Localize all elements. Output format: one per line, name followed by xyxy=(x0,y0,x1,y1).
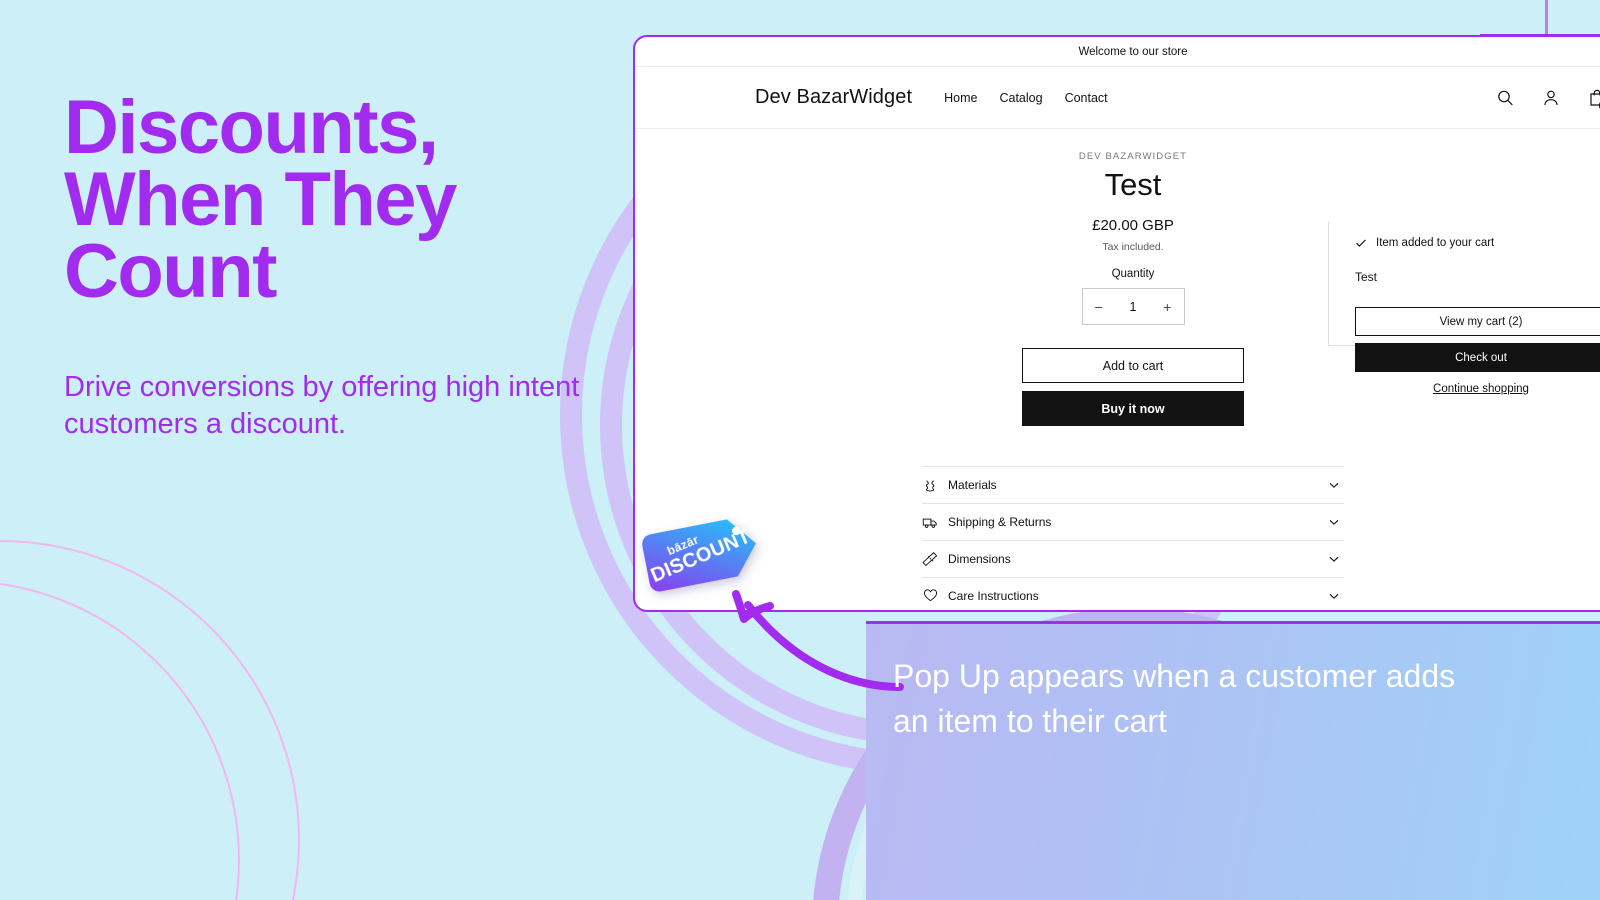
truck-icon xyxy=(922,514,939,531)
quantity-value[interactable]: 1 xyxy=(1130,300,1137,314)
ruler-icon xyxy=(922,551,939,568)
store-header: Dev BazarWidget Home Catalog Contact xyxy=(635,67,1600,129)
top-purple-tick xyxy=(1545,0,1548,38)
cart-item-title: Test xyxy=(1355,270,1378,284)
pink-circle-inner xyxy=(0,580,240,900)
accordion-care-instructions[interactable]: Care Instructions xyxy=(922,577,1344,610)
cart-added-message: Item added to your cart xyxy=(1355,237,1600,249)
chevron-down-icon xyxy=(1328,516,1340,528)
nav-item-catalog[interactable]: Catalog xyxy=(999,91,1042,105)
annotation-text: Pop Up appears when a customer adds an i… xyxy=(893,658,1456,740)
tax-note: Tax included. xyxy=(1102,241,1164,254)
announcement-text: Welcome to our store xyxy=(1078,45,1188,58)
product-area: DEV BAZARWIDGET Test £20.00 GBP Tax incl… xyxy=(635,129,1600,610)
quantity-stepper: − 1 + xyxy=(1081,288,1185,326)
cart-icon[interactable]: 2 xyxy=(1587,88,1600,112)
product-vendor: DEV BAZARWIDGET xyxy=(1078,151,1188,162)
accordion-label: Dimensions xyxy=(948,552,1011,567)
chevron-down-icon xyxy=(1328,553,1340,565)
accordion-label: Materials xyxy=(948,478,997,493)
quantity-label: Quantity xyxy=(1111,268,1155,281)
quantity-decrease-button[interactable]: − xyxy=(1095,299,1103,315)
store-window: Welcome to our store Dev BazarWidget Hom… xyxy=(633,35,1600,612)
cart-added-text: Item added to your cart xyxy=(1376,237,1495,249)
search-icon[interactable] xyxy=(1495,88,1515,108)
hide-icon xyxy=(922,477,939,494)
chevron-down-icon xyxy=(1328,479,1340,491)
buy-it-now-button[interactable]: Buy it now xyxy=(1022,391,1244,427)
quantity-increase-button[interactable]: + xyxy=(1163,299,1171,315)
product-price: £20.00 GBP xyxy=(1092,217,1174,235)
nav-item-contact[interactable]: Contact xyxy=(1065,91,1108,105)
product-title: Test xyxy=(1104,167,1162,202)
announcement-bar: Welcome to our store xyxy=(635,37,1600,67)
product-accordions: Materials Shipping & Returns Dimensions … xyxy=(922,466,1344,610)
store-logo[interactable]: Dev BazarWidget xyxy=(755,86,912,109)
view-my-cart-button[interactable]: View my cart (2) xyxy=(1355,307,1600,336)
chevron-down-icon xyxy=(1328,590,1340,602)
continue-shopping-link[interactable]: Continue shopping xyxy=(1355,383,1600,395)
cart-drawer-popup: Item added to your cart Test View my car… xyxy=(1328,221,1600,395)
accordion-shipping-returns[interactable]: Shipping & Returns xyxy=(922,503,1344,540)
hero-copy: Discounts, When They Count Drive convers… xyxy=(64,85,604,443)
page-title: Discounts, When They Count xyxy=(64,85,457,315)
heart-icon xyxy=(922,587,939,604)
hero-subhead: Drive conversions by offering high inten… xyxy=(64,370,580,440)
check-out-button[interactable]: Check out xyxy=(1355,343,1600,372)
pink-circle-outer xyxy=(0,540,300,900)
annotation-arrow xyxy=(690,575,920,695)
accordion-label: Shipping & Returns xyxy=(948,515,1052,530)
accordion-dimensions[interactable]: Dimensions xyxy=(922,540,1344,577)
add-to-cart-button[interactable]: Add to cart xyxy=(1022,348,1244,384)
product-details: DEV BAZARWIDGET Test £20.00 GBP Tax incl… xyxy=(983,145,1283,427)
header-icon-group: 2 xyxy=(1495,88,1600,112)
main-navigation: Home Catalog Contact xyxy=(944,91,1108,105)
nav-item-home[interactable]: Home xyxy=(944,91,977,105)
account-icon[interactable] xyxy=(1541,88,1561,108)
check-icon xyxy=(1355,237,1367,249)
accordion-label: Care Instructions xyxy=(948,588,1039,603)
accordion-materials[interactable]: Materials xyxy=(922,466,1344,503)
